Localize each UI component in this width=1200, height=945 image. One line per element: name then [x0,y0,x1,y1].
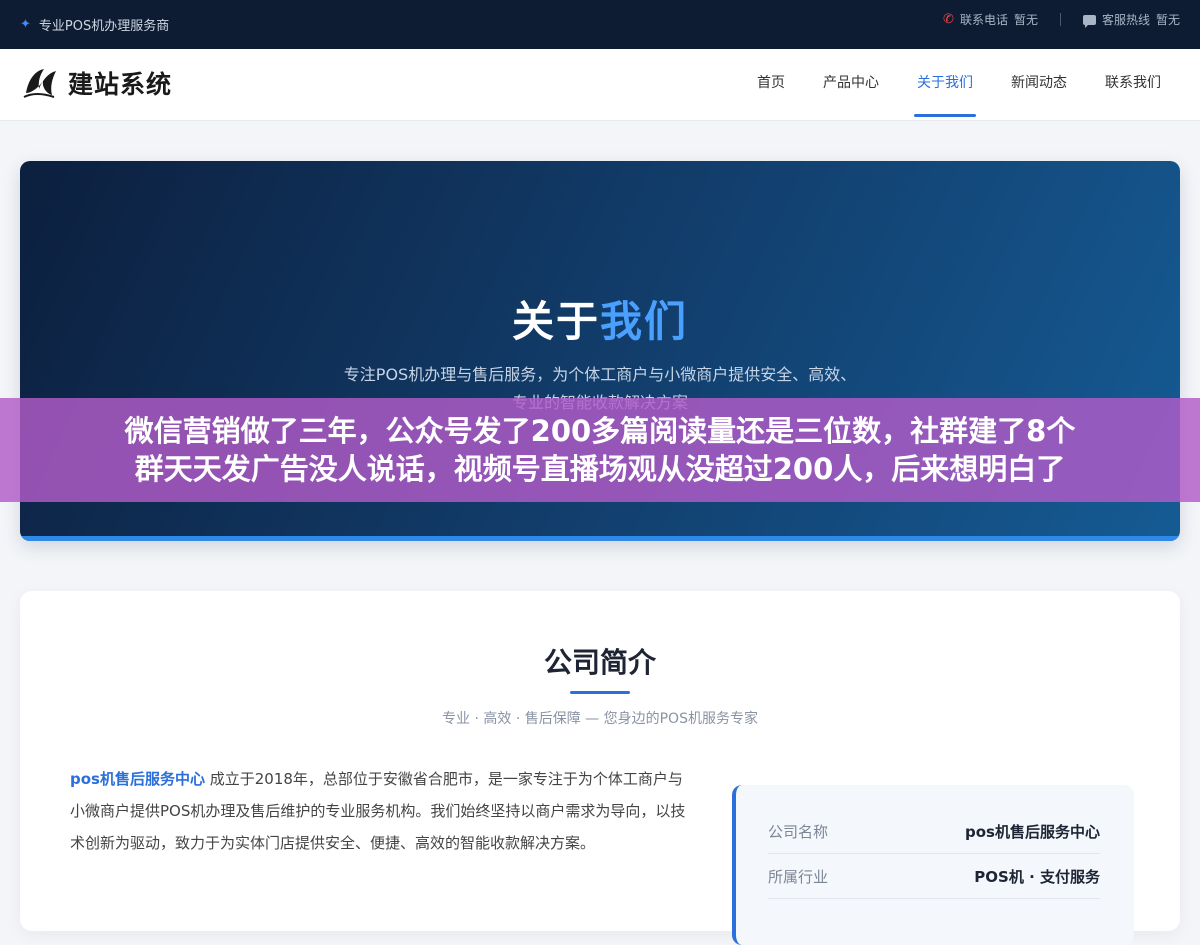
info-key: 所属行业 [768,867,829,886]
top-bar: ✦ 专业POS机办理服务商 ✆ 联系电话 暂无 客服热线 暂无 [0,0,1200,49]
info-value: pos机售后服务中心 [965,822,1100,841]
info-key: 公司名称 [768,822,829,841]
phone-label: 联系电话 [959,13,1008,27]
company-intro-text: pos机售后服务中心 成立于2018年，总部位于安徽省合肥市，是一家专注于为个体… [70,763,690,859]
nav-news[interactable]: 新闻动态 [992,49,1086,120]
top-bar-contacts: ✆ 联系电话 暂无 客服热线 暂无 [943,11,1180,28]
hero-title: 关于我们 [20,288,1180,349]
top-bar-tagline: ✦ 专业POS机办理服务商 [20,15,169,34]
divider [1059,13,1061,26]
sparkle-icon: ✦ [20,17,31,32]
hotline-label: 客服热线 [1101,13,1150,27]
company-brand: pos机售后服务中心 [70,770,205,788]
nav-products[interactable]: 产品中心 [804,49,898,120]
site-logo[interactable]: 建站系统 [22,63,172,103]
phone-icon: ✆ [943,12,954,27]
company-intro-card: 公司简介 专业 · 高效 · 售后保障 — 您身边的POS机服务专家 pos机售… [20,591,1180,945]
company-info-panel: 公司名称 pos机售后服务中心 所属行业 POS机 · 支付服务 [732,785,1134,945]
phone-value: 暂无 [1013,13,1038,27]
hotline-contact[interactable]: 客服热线 暂无 [1082,11,1180,28]
hotline-value: 暂无 [1155,13,1180,27]
hero-title-part2: 我们 [600,297,689,346]
site-header: 建站系统 首页 产品中心 关于我们 新闻动态 联系我们 [0,49,1200,121]
logo-text: 建站系统 [68,70,173,99]
section-title: 公司简介 [543,646,656,679]
hero-subtitle-line1: 专注POS机办理与售后服务，为个体工商户与小微商户提供安全、高效、 [343,365,857,384]
main-nav: 首页 产品中心 关于我们 新闻动态 联系我们 [738,49,1180,120]
hero-bottom-accent [20,536,1180,541]
info-row: 所属行业 POS机 · 支付服务 [768,854,1100,899]
overlay-line2: 群天天发广告没人说话，视频号直播场观从没超过200人，后来想明白了 [134,452,1066,486]
section-subtitle: 专业 · 高效 · 售后保障 — 您身边的POS机服务专家 [442,711,758,727]
hero-title-part1: 关于 [511,297,600,346]
chat-icon [1082,14,1096,28]
nav-about[interactable]: 关于我们 [898,49,992,120]
info-value: POS机 · 支付服务 [974,867,1100,886]
overlay-banner: 微信营销做了三年，公众号发了200多篇阅读量还是三位数，社群建了8个 群天天发广… [0,398,1200,502]
nav-home[interactable]: 首页 [738,49,804,120]
tagline-text: 专业POS机办理服务商 [38,19,170,34]
nav-contact[interactable]: 联系我们 [1086,49,1180,120]
logo-icon [23,69,56,98]
info-row: 公司名称 pos机售后服务中心 [768,809,1100,854]
overlay-line1: 微信营销做了三年，公众号发了200多篇阅读量还是三位数，社群建了8个 [124,414,1076,448]
phone-contact[interactable]: ✆ 联系电话 暂无 [943,11,1038,28]
title-underline [570,691,630,694]
